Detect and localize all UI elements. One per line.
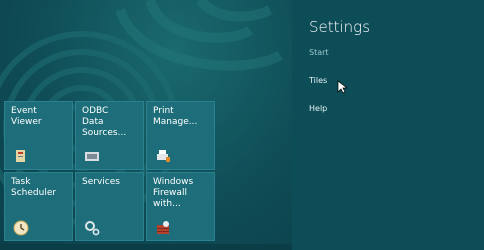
printer-icon [157,150,170,162]
tile-label: Services [82,177,120,187]
bottom-edge [0,244,292,250]
page-title: Settings [309,18,371,36]
settings-item-start[interactable]: Start [309,48,329,57]
tile-label: Windows Firewall with... [153,177,194,209]
settings-item-tiles[interactable]: Tiles [309,76,327,85]
tile-label: ODBC Data Sources... [82,106,127,138]
clock-icon [13,220,29,236]
tile-windows-firewall[interactable]: Windows Firewall with... [146,172,215,241]
gears-icon [85,221,100,236]
settings-charm-panel: Settings Start Tiles Help [292,0,484,250]
tile-print-management[interactable]: Print Manage... [146,101,215,170]
odbc-icon [85,152,99,161]
tile-odbc-data-sources[interactable]: ODBC Data Sources... [75,101,144,170]
settings-item-help[interactable]: Help [309,104,327,113]
tile-event-viewer[interactable]: Event Viewer [4,101,73,170]
tile-task-scheduler[interactable]: Task Scheduler [4,172,73,241]
tile-services[interactable]: Services [75,172,144,241]
mouse-cursor-icon [337,80,347,94]
start-screen: Event Viewer ODBC Data Sources... Print … [0,0,292,250]
tile-label: Print Manage... [153,106,198,127]
firewall-icon [157,221,169,234]
tile-label: Event Viewer [11,106,42,127]
event-viewer-icon [16,150,25,162]
tile-label: Task Scheduler [11,177,57,198]
